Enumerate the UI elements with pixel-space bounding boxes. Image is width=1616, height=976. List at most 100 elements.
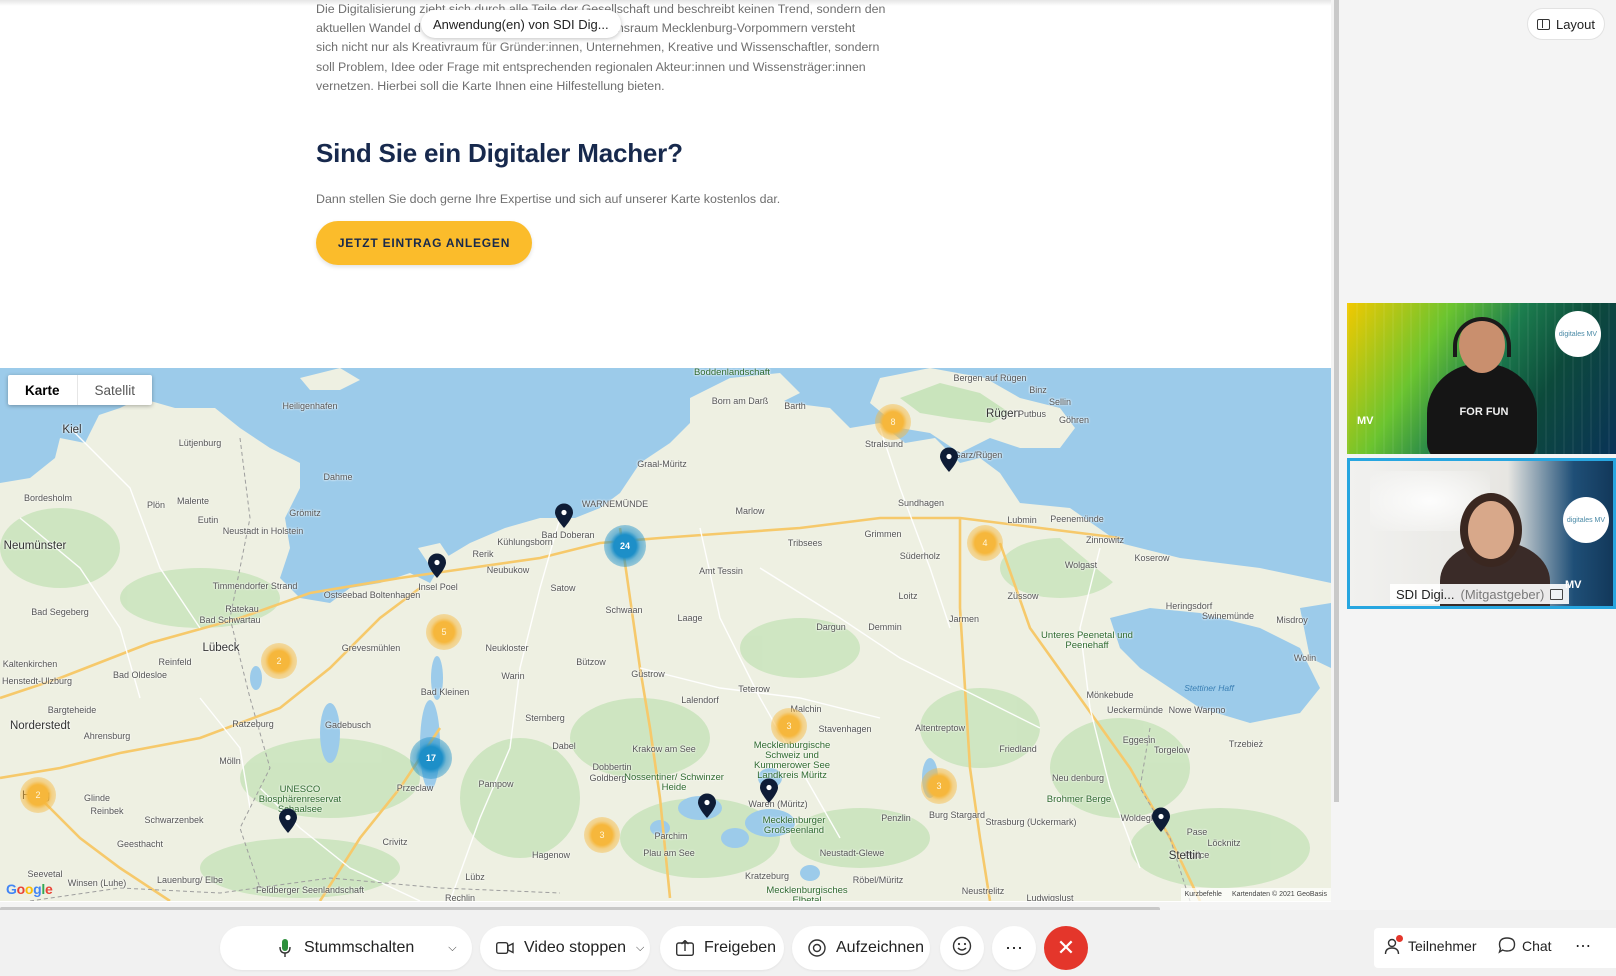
map-place-label: Neustadt-Glewe <box>819 848 885 858</box>
record-icon <box>806 937 828 959</box>
share-label: Freigeben <box>704 939 777 956</box>
layout-button[interactable]: Layout <box>1527 8 1605 40</box>
map-type-karte[interactable]: Karte <box>8 375 77 405</box>
keyboard-shortcuts-link[interactable]: Kurzbefehle <box>1185 891 1222 898</box>
create-entry-button[interactable]: JETZT EINTRAG ANLEGEN <box>316 221 532 265</box>
map-place-label: Crivitz <box>382 837 408 847</box>
participant-role: (Mitgastgeber) <box>1460 586 1545 602</box>
map-cluster-marker[interactable]: 24 <box>604 525 646 567</box>
map-place-label: Marlow <box>735 506 765 516</box>
map-pin-icon[interactable] <box>1151 807 1171 833</box>
map-place-label: Güstrow <box>631 669 665 679</box>
map-place-label: Bad Segeberg <box>31 607 89 617</box>
map-cluster-marker[interactable]: 3 <box>921 768 957 804</box>
map-place-label: Insel Poel <box>418 582 458 592</box>
map-place-label: Röbel/Müritz <box>852 875 904 885</box>
smiley-icon <box>952 936 972 961</box>
map-cluster-marker[interactable]: 5 <box>426 614 462 650</box>
map-place-label: Laage <box>677 613 703 623</box>
map-place-label: Hagenow <box>531 850 571 860</box>
map-place-label: Dargun <box>816 622 846 632</box>
map-place-label: Heiligenhafen <box>282 401 338 411</box>
map-place-label: Amt Tessin <box>699 566 743 576</box>
more-options-button[interactable]: ⋯ <box>992 926 1036 970</box>
map-place-label: Lalendorf <box>681 695 719 705</box>
layout-label: Layout <box>1555 16 1596 32</box>
map-place-label: UNESCO Biosphärenreservat Schaalsee <box>258 784 342 815</box>
panel-divider[interactable] <box>1334 0 1339 802</box>
map-place-label: Züssow <box>1007 591 1039 601</box>
chevron-down-icon[interactable]: ⌵ <box>636 942 644 955</box>
map-pin-icon[interactable] <box>278 808 298 834</box>
map-place-label: Peenemünde <box>1050 514 1104 524</box>
map-place-label: Lübeck <box>202 642 240 654</box>
reactions-button[interactable] <box>940 926 984 970</box>
chevron-down-icon[interactable]: ⌵ <box>448 942 456 955</box>
record-button[interactable]: Aufzeichnen <box>792 926 930 970</box>
map-place-label: Sellin <box>1048 397 1072 407</box>
map-place-label: Born am Darß <box>711 396 769 406</box>
map-place-label: Neustadt in Holstein <box>222 526 304 536</box>
map-pin-icon[interactable] <box>697 793 717 819</box>
map-place-label: Löcknitz <box>1207 838 1241 848</box>
map-cluster-marker[interactable]: 3 <box>771 708 807 744</box>
participant-tile[interactable]: FOR FUN digitales MV MV <box>1347 303 1616 454</box>
map-place-label: Dahme <box>323 472 353 482</box>
map-place-label: Tribsees <box>787 538 823 548</box>
map-place-label: Penzlin <box>881 813 911 823</box>
participants-label: Teilnehmer <box>1408 938 1477 954</box>
map-pin-icon[interactable] <box>939 447 959 473</box>
map-place-label: Reinbek <box>90 806 124 816</box>
map-place-label: Demmin <box>868 622 902 632</box>
map-place-label: Unteres Peenetal und Peenehaff <box>1041 630 1133 651</box>
map-place-label: Sternberg <box>525 713 565 723</box>
map-pin-icon[interactable] <box>554 503 574 529</box>
map-place-label: Dobbertin <box>592 762 632 772</box>
map-cluster-marker[interactable]: 2 <box>20 777 56 813</box>
map-place-label: Geesthacht <box>116 839 164 849</box>
map-place-label: Warin <box>501 671 525 681</box>
map-place-label: Feldberger Seenlandschaft <box>255 885 365 895</box>
participant-tile-active[interactable]: digitales MV MV SDI Digi... (Mitgastgebe… <box>1347 458 1616 609</box>
paragraph-line: soll Problem, Idee oder Frage mit entspr… <box>316 59 866 74</box>
map-place-label: Ahrensburg <box>83 731 131 741</box>
participants-icon <box>1384 935 1403 955</box>
map[interactable]: Karte Satellit Boddenlandschaft Bergen au… <box>0 368 1331 901</box>
map-place-label: Wolgast <box>1064 560 1098 570</box>
mute-button[interactable]: Stummschalten ⌵ <box>220 926 472 970</box>
map-place-label: Ratzeburg <box>232 719 274 729</box>
map-place-label: Teterow <box>738 684 770 694</box>
shared-apps-tooltip[interactable]: Anwendung(en) von SDI Dig... <box>421 10 621 38</box>
map-cluster-marker[interactable]: 17 <box>410 737 452 779</box>
map-place-label: Norderstedt <box>9 720 71 732</box>
map-type-satellit[interactable]: Satellit <box>76 375 153 405</box>
map-place-label: Pampow <box>478 779 514 789</box>
paragraph-line: vernetzen. Hierbei soll die Karte Ihnen … <box>316 78 665 93</box>
map-pin-icon[interactable] <box>427 553 447 579</box>
map-pin-icon[interactable] <box>759 778 779 804</box>
map-place-label: Stavenhagen <box>818 724 872 734</box>
shared-screen: Die Digitalisierung zieht sich durch all… <box>0 0 1331 902</box>
chat-button[interactable]: Chat <box>1498 926 1552 966</box>
map-cluster-marker[interactable]: 8 <box>875 404 911 440</box>
map-place-label: Garz/Rügen <box>953 450 1003 460</box>
layout-icon <box>1536 18 1550 30</box>
more-horizontal-icon: ⋯ <box>1005 937 1023 958</box>
map-place-label: Rechlin <box>444 893 476 901</box>
end-call-button[interactable]: ✕ <box>1044 926 1088 970</box>
video-label: Video stoppen <box>524 939 627 956</box>
more-panel-button[interactable]: ⋯ <box>1575 926 1591 966</box>
participants-button[interactable]: Teilnehmer <box>1384 926 1476 966</box>
video-camera-icon <box>494 937 516 959</box>
map-cluster-marker[interactable]: 3 <box>584 817 620 853</box>
paragraph-line: sich nicht nur als Kreativraum für Gründ… <box>316 40 880 55</box>
google-logo: Google <box>6 881 53 897</box>
map-cluster-marker[interactable]: 2 <box>261 643 297 679</box>
map-cluster-marker[interactable]: 4 <box>967 525 1003 561</box>
map-place-label: Friedland <box>999 744 1037 754</box>
map-place-label: Rerik <box>472 549 494 559</box>
more-horizontal-icon: ⋯ <box>1575 938 1591 955</box>
digitales-mv-logo: digitales MV <box>1555 311 1601 357</box>
share-button[interactable]: Freigeben <box>660 926 784 970</box>
video-button[interactable]: Video stoppen ⌵ <box>480 926 650 970</box>
